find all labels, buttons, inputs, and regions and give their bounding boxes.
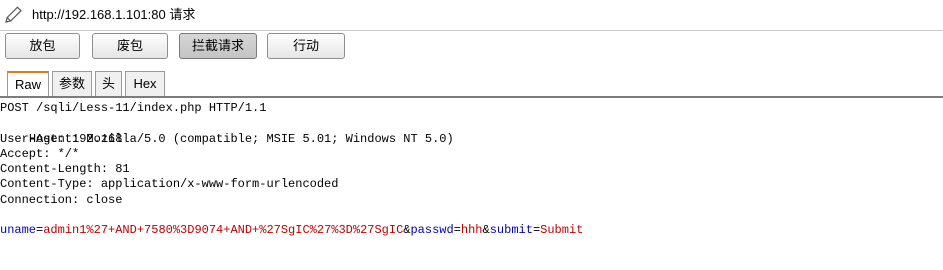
param-name: uname [0, 223, 37, 238]
tab-raw[interactable]: Raw [7, 71, 49, 97]
request-body-line: uname=admin1%27+AND+7580%3D9074+AND+%27S… [0, 223, 584, 238]
request-line: POST /sqli/Less-11/index.php HTTP/1.1 [0, 101, 267, 115]
drop-button[interactable]: 废包 [92, 33, 168, 59]
raw-request-editor[interactable]: POST /sqli/Less-11/index.php HTTP/1.1 Ho… [0, 101, 943, 239]
forward-button[interactable]: 放包 [5, 33, 80, 59]
accept-header-line: Accept: */* [0, 146, 80, 161]
param-name: submit [489, 223, 533, 238]
action-button[interactable]: 行动 [267, 33, 345, 59]
param-value: admin1%27+AND+7580%3D9074+AND+%27SgIC%27… [43, 223, 404, 238]
window-title: http://192.168.1.101:80 请求 [32, 7, 196, 22]
connection-header-line: Connection: close [0, 192, 123, 207]
content-length-header-line: Content-Length: 81 [0, 162, 130, 177]
param-value: hhh [460, 223, 483, 238]
title-bar: http://192.168.1.101:80 请求 [0, 0, 943, 30]
user-agent-header-line: User-Agent: Mozilla/5.0 (compatible; MSI… [0, 131, 454, 146]
pencil-icon [4, 6, 24, 24]
intercept-toggle-button[interactable]: 拦截请求 [179, 33, 257, 59]
tab-headers[interactable]: 头 [95, 71, 122, 96]
title-divider [0, 30, 943, 31]
tab-hex[interactable]: Hex [125, 71, 165, 96]
tab-divider [0, 96, 943, 98]
param-value: Submit [540, 223, 584, 238]
param-name: passwd [410, 223, 454, 238]
redacted-blur [84, 117, 142, 131]
host-header-line: Host: 192.168 [0, 116, 943, 146]
content-type-header-line: Content-Type: application/x-www-form-url… [0, 177, 339, 192]
tab-params[interactable]: 参数 [52, 71, 92, 96]
